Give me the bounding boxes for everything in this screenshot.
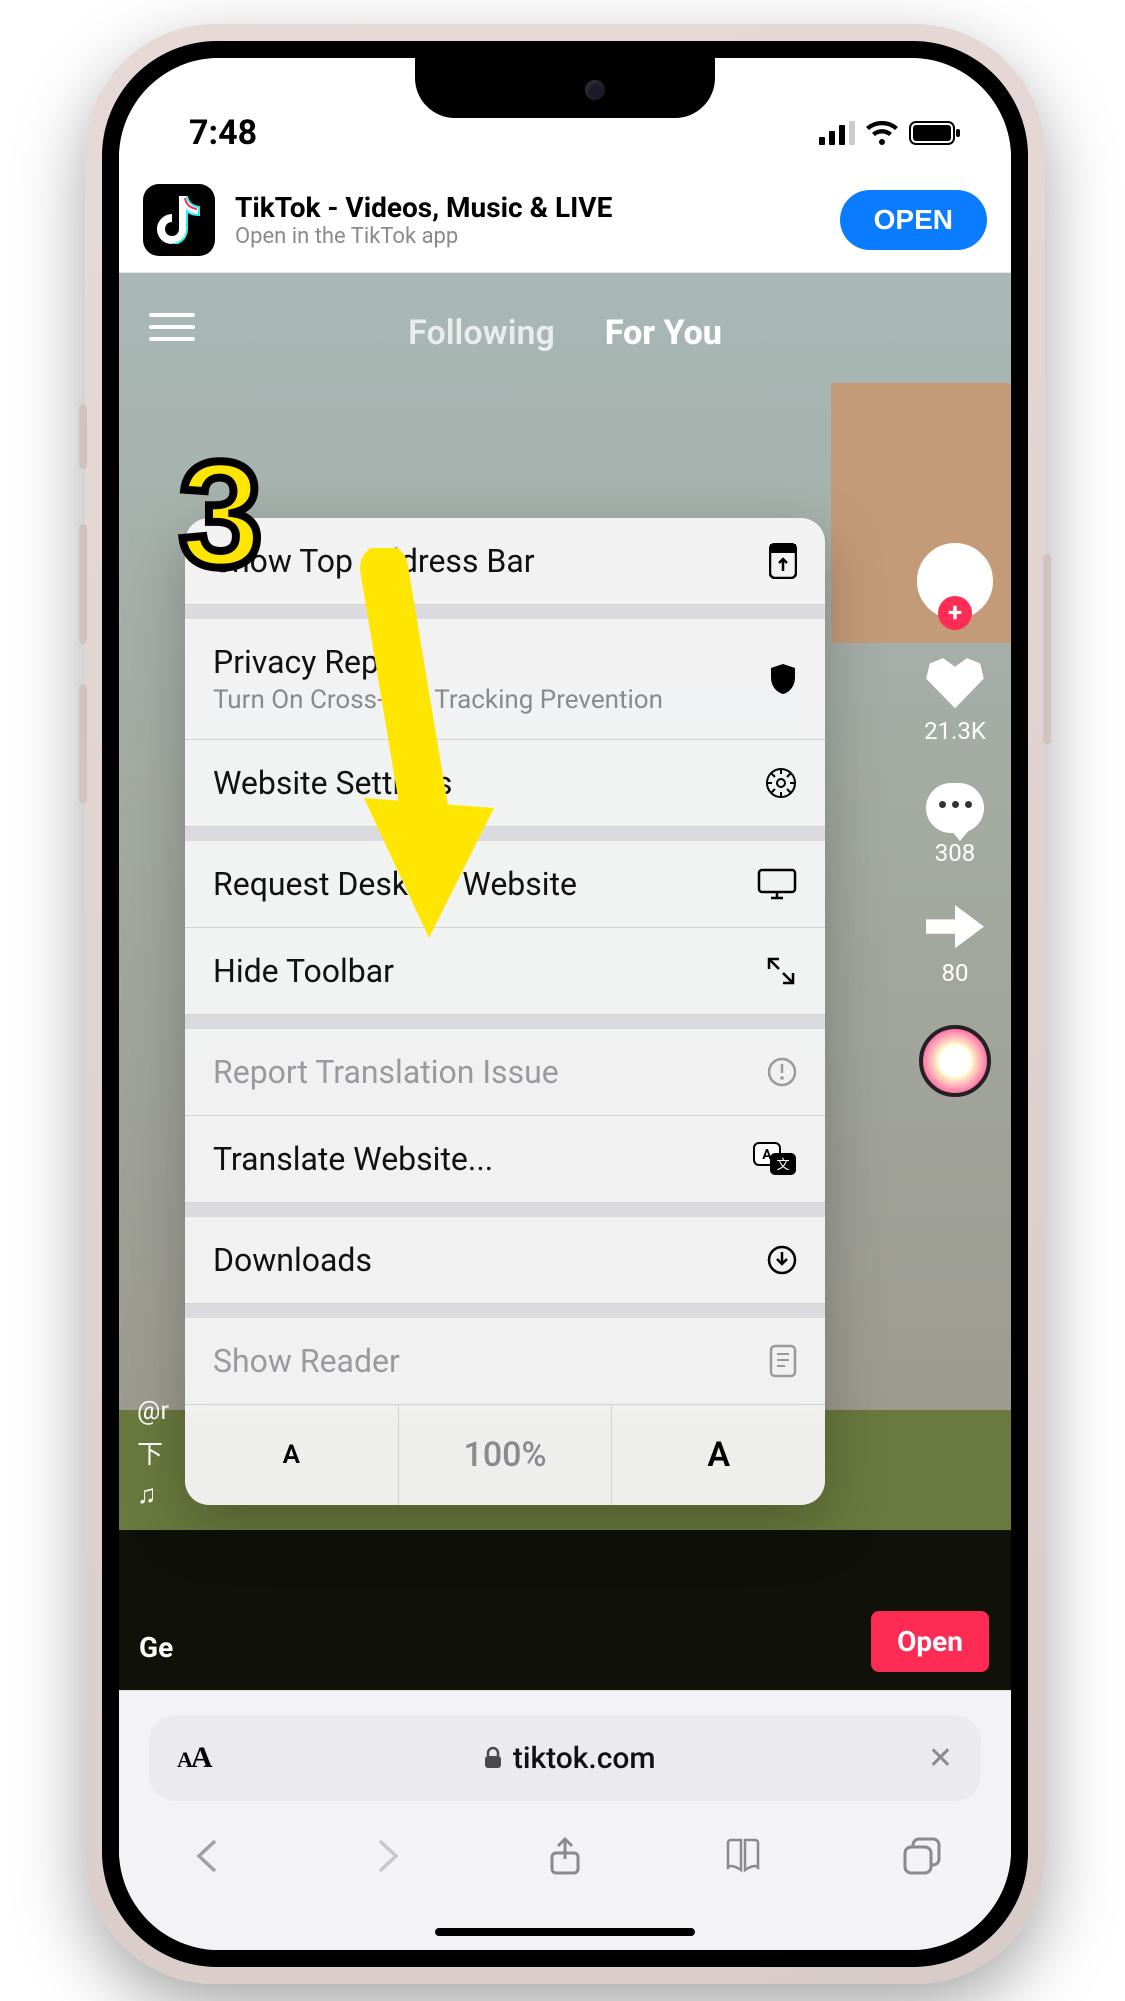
video-meta: @r 下 ♫ bbox=[137, 1396, 169, 1510]
share-icon bbox=[926, 905, 984, 953]
creator-avatar[interactable] bbox=[917, 543, 993, 619]
bottom-strip: Ge Open bbox=[119, 1530, 1011, 1690]
download-icon bbox=[767, 1245, 797, 1275]
volume-down-button bbox=[79, 684, 87, 804]
domain-text: tiktok.com bbox=[513, 1741, 656, 1776]
menu-report-translation-issue: Report Translation Issue bbox=[185, 1029, 825, 1116]
app-store-banner: TikTok - Videos, Music & LIVE Open in th… bbox=[119, 168, 1011, 273]
tab-foryou[interactable]: For You bbox=[605, 313, 722, 353]
cellular-icon bbox=[819, 121, 855, 145]
creator-handle[interactable]: @r bbox=[137, 1396, 169, 1426]
zoom-in-button[interactable]: A bbox=[612, 1405, 825, 1505]
address-bar[interactable]: AA tiktok.com ✕ bbox=[149, 1715, 981, 1801]
reader-icon bbox=[769, 1344, 797, 1378]
heart-icon bbox=[925, 657, 985, 711]
safari-chrome: AA tiktok.com ✕ bbox=[119, 1690, 1011, 1950]
share-button[interactable]: 80 bbox=[926, 905, 984, 987]
open-button[interactable]: Open bbox=[871, 1611, 989, 1672]
banner-title: TikTok - Videos, Music & LIVE bbox=[235, 191, 820, 224]
menu-request-desktop-website[interactable]: Request Desktop Website bbox=[185, 841, 825, 928]
like-count: 21.3K bbox=[924, 717, 986, 745]
comment-button[interactable]: 308 bbox=[926, 783, 984, 867]
status-icons bbox=[819, 121, 961, 145]
share-button[interactable] bbox=[544, 1835, 586, 1877]
tabs-button[interactable] bbox=[901, 1835, 943, 1877]
menu-website-settings[interactable]: Website Settings bbox=[185, 740, 825, 827]
safari-page-menu: Show Top Address Bar Privacy Report Turn… bbox=[185, 518, 825, 1505]
gear-icon bbox=[765, 767, 797, 799]
comment-count: 308 bbox=[935, 839, 975, 867]
wifi-icon bbox=[865, 121, 899, 145]
bookmarks-button[interactable] bbox=[722, 1835, 764, 1877]
caption-line: 下 bbox=[137, 1434, 169, 1471]
open-app-button[interactable]: OPEN bbox=[840, 190, 987, 250]
like-button[interactable]: 21.3K bbox=[924, 657, 986, 745]
tab-following[interactable]: Following bbox=[408, 313, 555, 353]
action-rail: 21.3K 308 80 bbox=[917, 543, 993, 1097]
address-bar-top-icon bbox=[769, 543, 797, 579]
music-icon[interactable]: ♫ bbox=[137, 1479, 169, 1510]
translate-icon: A文 bbox=[753, 1142, 797, 1176]
feed-tabs: Following For You bbox=[119, 313, 1011, 353]
sound-disc[interactable] bbox=[919, 1025, 991, 1097]
page-settings-button[interactable]: AA bbox=[177, 1741, 211, 1775]
menu-translate-website[interactable]: Translate Website... A文 bbox=[185, 1116, 825, 1203]
menu-label: Downloads bbox=[213, 1241, 372, 1279]
menu-label: Translate Website... bbox=[213, 1140, 493, 1178]
menu-show-reader: Show Reader bbox=[185, 1318, 825, 1405]
expand-icon bbox=[765, 955, 797, 987]
zoom-out-button[interactable]: A bbox=[185, 1405, 399, 1505]
screen: 7:48 TikTok - Videos, Music & LIVE Open … bbox=[119, 58, 1011, 1950]
forward-button[interactable] bbox=[366, 1835, 408, 1877]
menu-label: Hide Toolbar bbox=[213, 952, 394, 990]
annotation-step-number: 3 bbox=[179, 428, 262, 601]
menu-privacy-report[interactable]: Privacy Report Turn On Cross-Site Tracki… bbox=[185, 619, 825, 740]
volume-up-button bbox=[79, 524, 87, 644]
get-app-text: Ge bbox=[139, 1631, 173, 1664]
phone-frame: 7:48 TikTok - Videos, Music & LIVE Open … bbox=[85, 24, 1045, 1984]
zoom-level[interactable]: 100% bbox=[399, 1405, 613, 1505]
mute-switch bbox=[79, 404, 87, 469]
home-indicator[interactable] bbox=[435, 1928, 695, 1936]
menu-hide-toolbar[interactable]: Hide Toolbar bbox=[185, 928, 825, 1015]
menu-label: Report Translation Issue bbox=[213, 1053, 559, 1091]
hamburger-icon[interactable] bbox=[149, 313, 195, 341]
address-bar-content: tiktok.com bbox=[483, 1741, 656, 1776]
safari-toolbar bbox=[119, 1801, 1011, 1911]
menu-show-top-address-bar[interactable]: Show Top Address Bar bbox=[185, 518, 825, 605]
banner-subtitle: Open in the TikTok app bbox=[235, 224, 820, 249]
close-icon[interactable]: ✕ bbox=[928, 1741, 953, 1776]
lock-icon bbox=[483, 1746, 503, 1770]
menu-label: Show Reader bbox=[213, 1342, 400, 1380]
notch bbox=[415, 58, 715, 118]
comment-icon bbox=[926, 783, 984, 833]
shield-icon bbox=[769, 663, 797, 695]
share-count: 80 bbox=[942, 959, 969, 987]
annotation-arrow bbox=[324, 548, 504, 948]
status-time: 7:48 bbox=[189, 113, 257, 153]
tiktok-app-icon bbox=[143, 184, 215, 256]
desktop-icon bbox=[757, 868, 797, 900]
svg-text:文: 文 bbox=[776, 1158, 789, 1173]
menu-downloads[interactable]: Downloads bbox=[185, 1217, 825, 1304]
power-button bbox=[1043, 554, 1051, 744]
zoom-controls: A 100% A bbox=[185, 1405, 825, 1505]
battery-icon bbox=[909, 121, 961, 145]
alert-icon bbox=[767, 1057, 797, 1087]
back-button[interactable] bbox=[187, 1835, 229, 1877]
